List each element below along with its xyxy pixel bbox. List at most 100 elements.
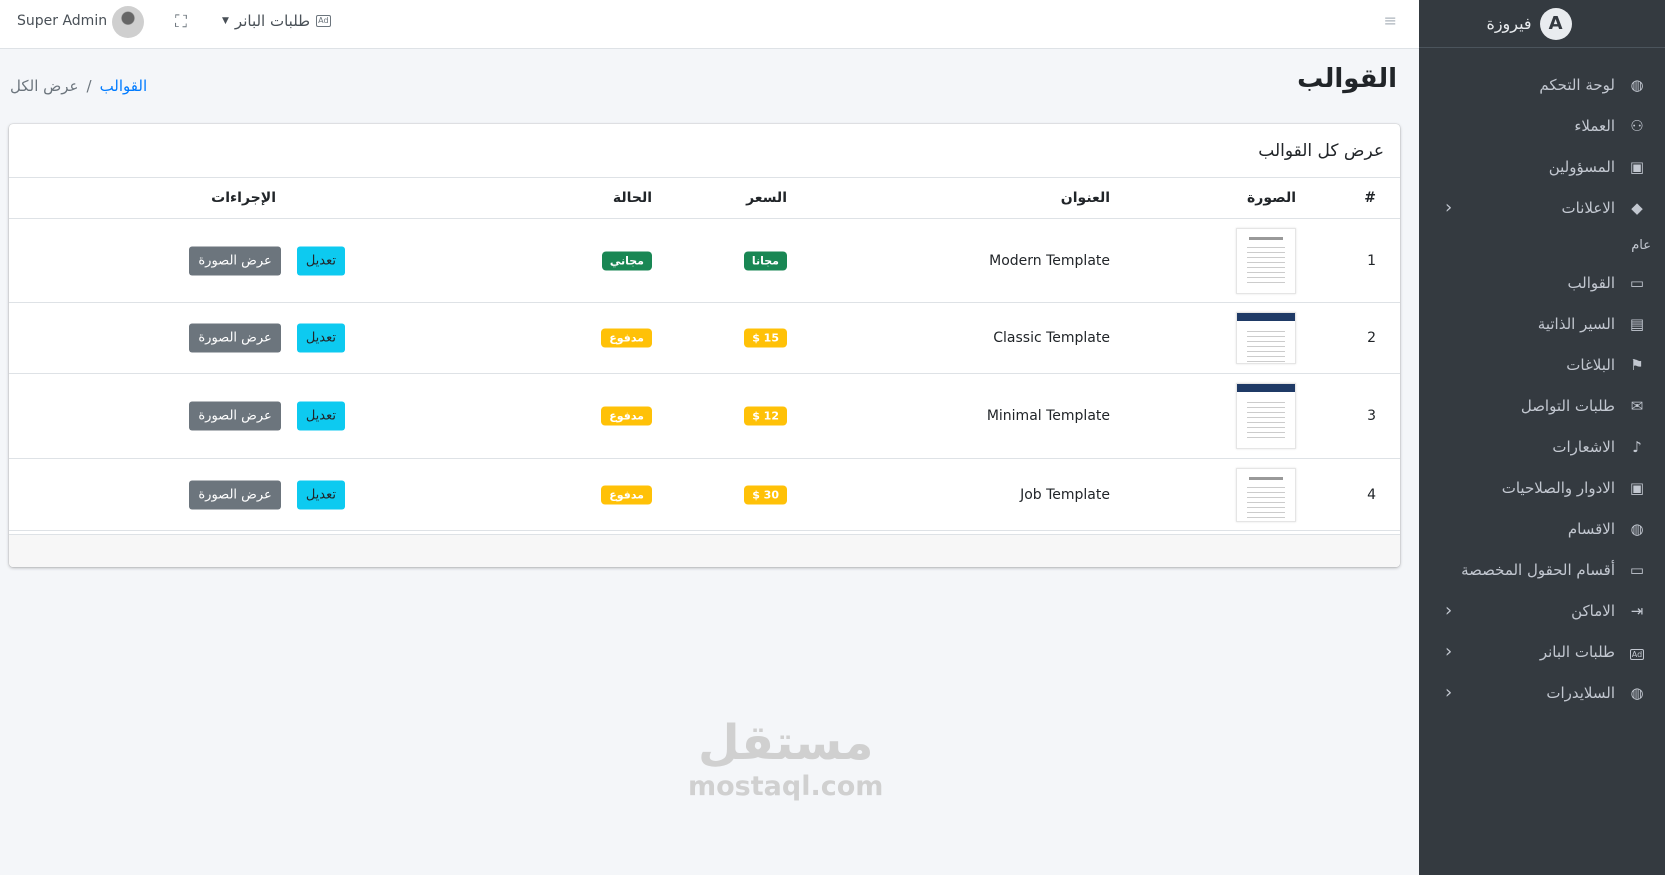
price-cell: $ 30 xyxy=(744,485,787,504)
sidebar-item-notifications[interactable]: ♪ الاشعارات xyxy=(1419,426,1665,467)
template-title: Classic Template xyxy=(993,330,1110,346)
header-actions: الإجراءات xyxy=(211,190,276,206)
edit-button[interactable]: تعديل xyxy=(296,480,345,509)
thumbnail-image xyxy=(1236,312,1296,364)
user-name[interactable]: Super Admin xyxy=(17,13,107,29)
view-image-button[interactable]: عرض الصورة xyxy=(189,246,281,275)
chevron-left-icon: ‹ xyxy=(1445,197,1453,218)
id-card-icon: ▣ xyxy=(1629,157,1645,176)
status-cell: مدفوع xyxy=(601,406,652,426)
template-title: Minimal Template xyxy=(986,408,1110,424)
price-cell: مجانا xyxy=(743,251,787,270)
actions-cell: تعديل عرض الصورة xyxy=(189,401,345,431)
banner-requests-dropdown[interactable]: Ad طلبات البانر ▼ xyxy=(222,12,331,30)
edit-button[interactable]: تعديل xyxy=(296,246,345,275)
sidebar-item-contact-requests[interactable]: ✉ طلبات التواصل xyxy=(1419,385,1665,426)
sidebar-item-sliders[interactable]: ◍ السلايدرات ‹ xyxy=(1419,672,1665,713)
sidebar-item-resumes[interactable]: ▤ السير الذاتية xyxy=(1419,303,1665,344)
view-image-button[interactable]: عرض الصورة xyxy=(189,401,281,431)
bell-icon: ♪ xyxy=(1632,437,1642,456)
sidebar-item-label: الاعلانات xyxy=(1561,198,1616,217)
sidebar-item-custom-fields[interactable]: ▭ أقسام الحقول المخصصة xyxy=(1419,549,1665,590)
chevron-left-icon: ‹ xyxy=(1445,641,1453,662)
card-title: عرض كل القوالب xyxy=(9,124,1400,178)
table-row: 2 Classic Template $ 15 مدفوع تعديل عرض … xyxy=(9,303,1400,374)
table-header-row: # الصورة العنوان السعر الحالة الإجراءات xyxy=(9,178,1400,219)
sidebar-item-dashboard[interactable]: ◍ لوحة التحكم xyxy=(1419,64,1665,105)
box-icon: ◆ xyxy=(1631,198,1643,217)
sidebar-item-label: الاماكن xyxy=(1571,601,1615,620)
folder-icon: ▭ xyxy=(1629,273,1645,292)
breadcrumb-link-templates[interactable]: القوالب xyxy=(100,77,148,95)
template-thumbnail xyxy=(1236,467,1296,522)
price-badge: $ 12 xyxy=(744,406,787,426)
row-number: 2 xyxy=(1367,330,1376,346)
edit-button[interactable]: تعديل xyxy=(296,401,345,431)
sidebar-item-roles[interactable]: ▣ الادوار والصلاحيات xyxy=(1419,467,1665,508)
price-badge: مجانا xyxy=(743,251,787,270)
header-image: الصورة xyxy=(1247,190,1296,206)
row-number: 1 xyxy=(1367,252,1376,269)
sidebar-item-templates[interactable]: ▭ القوالب xyxy=(1419,262,1665,303)
hamburger-icon[interactable]: ≡ xyxy=(1384,11,1397,30)
ad-icon: Ad xyxy=(1627,643,1647,661)
row-number: 3 xyxy=(1367,408,1376,424)
sidebar-item-label: لوحة التحكم xyxy=(1539,75,1615,94)
caret-down-icon: ▼ xyxy=(222,16,229,26)
view-image-button[interactable]: عرض الصورة xyxy=(189,480,281,509)
template-thumbnail xyxy=(1236,383,1296,449)
sidebar-item-label: الاشعارات xyxy=(1552,437,1615,456)
sidebar-item-label: العملاء xyxy=(1574,116,1615,135)
sidebar-item-ads[interactable]: ◆ الاعلانات ‹ xyxy=(1419,187,1665,228)
brand-name: فيروزة xyxy=(1486,14,1532,33)
price-badge: $ 15 xyxy=(744,328,787,348)
template-title: Job Template xyxy=(1020,486,1110,503)
sidebar-item-customers[interactable]: ⚇ العملاء xyxy=(1419,105,1665,146)
flag-icon: ⚑ xyxy=(1630,355,1644,374)
header-title: العنوان xyxy=(1060,190,1110,206)
price-badge: $ 30 xyxy=(744,485,787,504)
palette-icon: ◍ xyxy=(1630,683,1644,702)
sidebar: A فيروزة ◍ لوحة التحكم ⚇ العملاء ▣ المسؤ… xyxy=(1419,0,1665,875)
sidebar-section-header: عام xyxy=(1631,237,1651,253)
header-status: الحالة xyxy=(612,190,652,206)
breadcrumb-separator: / xyxy=(86,77,92,95)
template-thumbnail xyxy=(1236,227,1296,294)
users-icon: ⚇ xyxy=(1630,116,1644,135)
status-badge: مدفوع xyxy=(601,406,652,426)
watermark-arabic: مستقل xyxy=(697,715,874,771)
template-title: Modern Template xyxy=(989,252,1110,269)
sidebar-item-label: طلبات التواصل xyxy=(1520,396,1615,415)
row-number: 4 xyxy=(1367,486,1376,503)
brand-logo: A xyxy=(1539,7,1572,40)
sign-in-icon: ⇥ xyxy=(1630,601,1644,620)
sidebar-item-label: الاقسام xyxy=(1567,519,1615,538)
expand-icon[interactable]: ⛶ xyxy=(175,12,187,32)
sidebar-item-admins[interactable]: ▣ المسؤولين xyxy=(1419,146,1665,187)
chevron-left-icon: ‹ xyxy=(1445,682,1453,703)
template-thumbnail xyxy=(1236,312,1296,364)
breadcrumb: القوالب / عرض الكل xyxy=(10,77,147,95)
table-row: 3 Minimal Template $ 12 مدفوع تعديل عرض … xyxy=(9,374,1400,459)
sidebar-item-label: السلايدرات xyxy=(1546,683,1615,702)
sidebar-item-categories[interactable]: ◍ الاقسام xyxy=(1419,508,1665,549)
actions-cell: تعديل عرض الصورة xyxy=(189,323,345,353)
user-avatar[interactable] xyxy=(112,6,144,38)
sidebar-item-banner-requests[interactable]: Ad طلبات البانر ‹ xyxy=(1419,631,1665,672)
brand[interactable]: A فيروزة xyxy=(1419,0,1665,48)
envelope-icon: ✉ xyxy=(1630,396,1644,415)
page-title: القوالب xyxy=(1297,64,1397,94)
watermark-english: mostaql.com xyxy=(688,771,884,802)
view-image-button[interactable]: عرض الصورة xyxy=(189,323,281,353)
top-navbar: Super Admin ⛶ Ad طلبات البانر ▼ ≡ xyxy=(0,0,1419,49)
sidebar-item-label: أقسام الحقول المخصصة xyxy=(1461,560,1615,579)
sidebar-item-places[interactable]: ⇥ الاماكن ‹ xyxy=(1419,590,1665,631)
table-row: 1 Modern Template مجانا مجاني تعديل عرض … xyxy=(9,219,1400,303)
sidebar-item-reports[interactable]: ⚑ البلاغات xyxy=(1419,344,1665,385)
sidebar-item-label: القوالب xyxy=(1567,273,1615,292)
templates-table: # الصورة العنوان السعر الحالة الإجراءات … xyxy=(9,178,1400,531)
sidebar-nav: ◍ لوحة التحكم ⚇ العملاء ▣ المسؤولين ◆ ال… xyxy=(1419,48,1665,713)
edit-button[interactable]: تعديل xyxy=(296,323,345,353)
id-card-icon: ▣ xyxy=(1629,478,1645,497)
status-badge: مدفوع xyxy=(601,328,652,348)
